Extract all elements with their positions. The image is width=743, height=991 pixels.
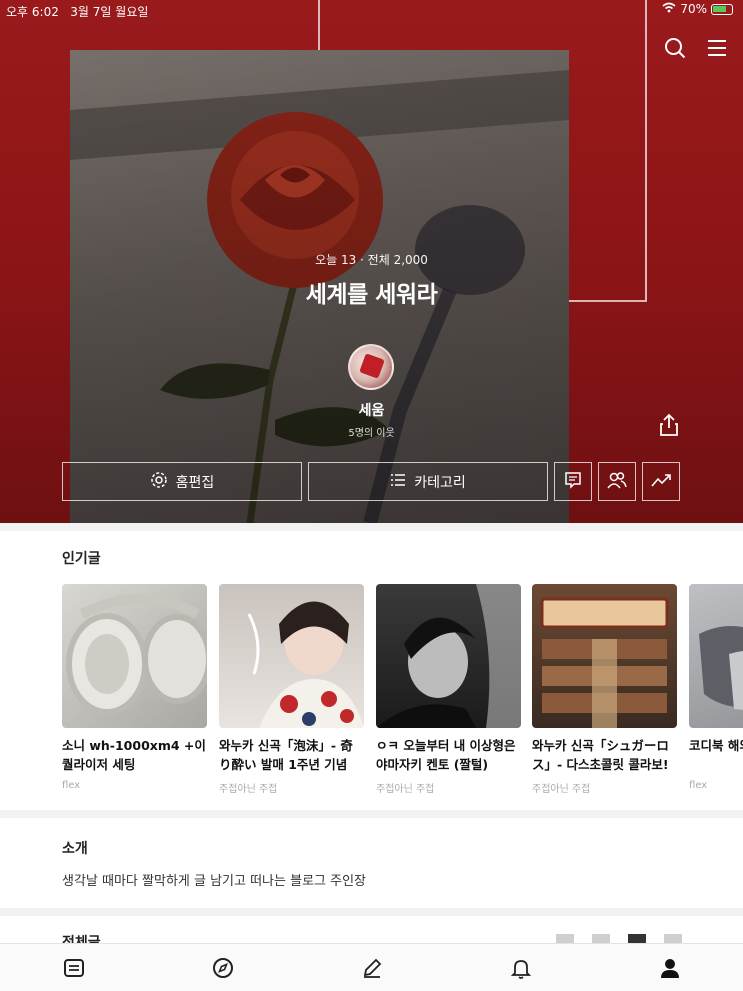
post-thumbnail [62, 584, 207, 728]
popular-title: 인기글 [62, 551, 101, 567]
trend-icon [651, 473, 671, 491]
post-thumbnail [219, 584, 364, 728]
blog-cover-header: 오후 6:02 3월 7일 월요일 70% 오늘 13 · 전체 2,000 세… [0, 0, 743, 523]
post-thumbnail [689, 584, 743, 728]
post-category: 주접아닌 주접 [219, 784, 278, 795]
status-bar: 오후 6:02 3월 7일 월요일 70% [0, 0, 743, 20]
edit-home-button[interactable]: 홈편집 [62, 462, 302, 501]
popular-carousel[interactable]: 소니 wh-1000xm4 +이퀄라이저 세팅 flex 와누카 신곡「泡沫」-… [62, 584, 743, 795]
avatar-mark [359, 353, 385, 379]
divider [0, 908, 743, 916]
neighbor-count[interactable]: 5명의 이웃 [0, 424, 743, 439]
message-icon [564, 471, 582, 493]
avatar[interactable] [348, 344, 394, 390]
post-category: flex [62, 780, 81, 791]
divider [0, 810, 743, 818]
post-thumbnail [376, 584, 521, 728]
share-icon[interactable] [658, 413, 680, 441]
search-icon[interactable] [663, 36, 687, 60]
person-icon[interactable] [658, 956, 682, 980]
status-date: 3월 7일 월요일 [70, 5, 149, 19]
blog-home-screen: 오후 6:02 3월 7일 월요일 70% 오늘 13 · 전체 2,000 세… [0, 0, 743, 991]
popular-card[interactable]: 와누카 신곡「シュガーロス」- 다스초콜릿 콜라보! 주접아닌 주접 [532, 584, 677, 795]
category-button[interactable]: 카테고리 [308, 462, 548, 501]
bell-icon[interactable] [509, 956, 533, 980]
post-category: flex [689, 780, 708, 791]
post-category: 주접아닌 주접 [376, 784, 435, 795]
people-icon [607, 471, 627, 493]
intro-title: 소개 [62, 841, 88, 857]
status-time: 오후 6:02 [6, 5, 59, 19]
post-title: 와누카 신곡「シュガーロス」- 다스초콜릿 콜라보! [532, 738, 669, 772]
post-category: 주접아닌 주접 [532, 784, 591, 795]
battery-icon [711, 3, 733, 15]
owner-name[interactable]: 세움 [0, 400, 743, 420]
visit-count: 오늘 13 · 전체 2,000 [315, 253, 428, 267]
post-title: 소니 wh-1000xm4 +이퀄라이저 세팅 [62, 738, 206, 772]
bottom-tab-bar [0, 943, 743, 991]
guestbook-button[interactable] [554, 462, 592, 501]
post-thumbnail [532, 584, 677, 728]
list-icon [390, 473, 406, 491]
stats-button[interactable] [642, 462, 680, 501]
popular-card[interactable]: 코디북 해외 flex [689, 584, 743, 791]
post-title: ㅇㅋ 오늘부터 내 이상형은 야마자키 켄토 (짤털) [376, 738, 516, 772]
neighbors-button[interactable] [598, 462, 636, 501]
battery-percent: 70% [680, 2, 707, 16]
menu-icon[interactable] [705, 36, 729, 60]
wifi-icon [662, 2, 676, 16]
category-label: 카테고리 [414, 474, 466, 491]
popular-card[interactable]: 와누카 신곡「泡沫」- 奇り酔い 발매 1주년 기념 🎉 주접아닌 주접 [219, 584, 364, 795]
post-title: 와누카 신곡「泡沫」- 奇り酔い 발매 1주년 기념 🎉 [219, 738, 353, 772]
blog-title: 세계를 세워라 [305, 282, 438, 308]
post-title: 코디북 해외 [689, 738, 743, 753]
feed-icon[interactable] [62, 956, 86, 980]
pencil-icon[interactable] [360, 956, 384, 980]
compass-icon[interactable] [211, 956, 235, 980]
gear-icon [150, 471, 168, 493]
edit-home-label: 홈편집 [175, 474, 215, 491]
popular-card[interactable]: ㅇㅋ 오늘부터 내 이상형은 야마자키 켄토 (짤털) 주접아닌 주접 [376, 584, 521, 795]
divider [0, 523, 743, 531]
popular-card[interactable]: 소니 wh-1000xm4 +이퀄라이저 세팅 flex [62, 584, 207, 791]
intro-text: 생각날 때마다 짤막하게 글 남기고 떠나는 블로그 주인장 [62, 874, 367, 889]
